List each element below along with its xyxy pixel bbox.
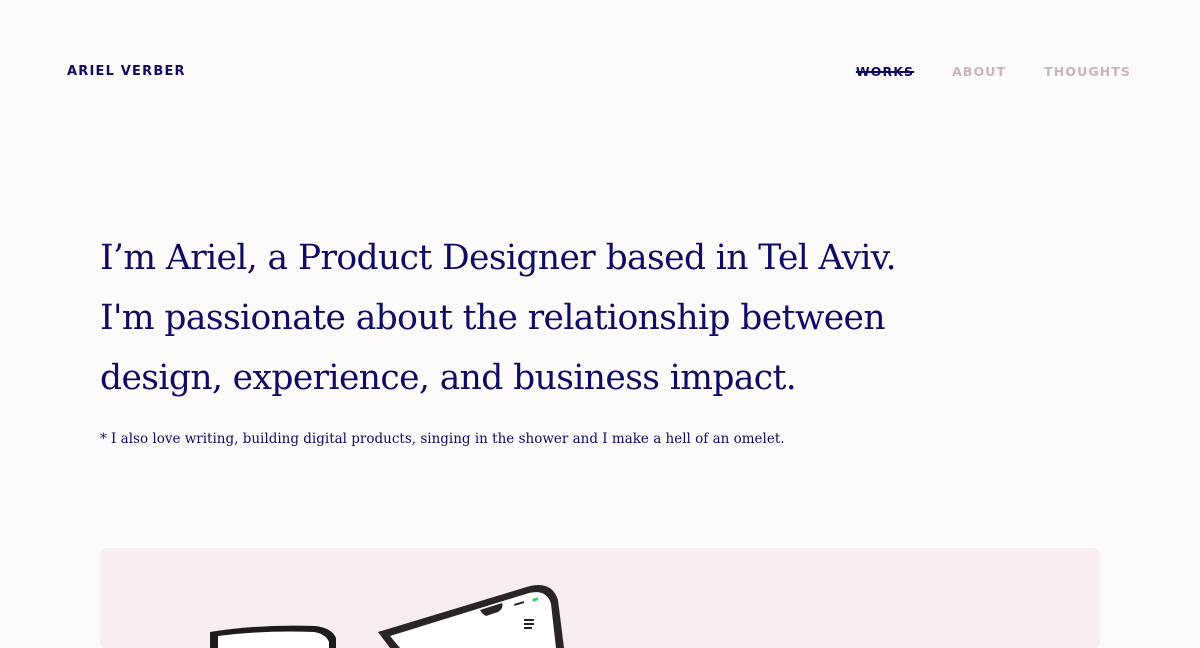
nav-item-about[interactable]: ABOUT <box>952 64 1006 80</box>
phone-mockup-left <box>210 625 336 648</box>
main-nav: WORKS ABOUT THOUGHTS <box>856 64 1131 80</box>
phone-mockup-right <box>378 584 564 648</box>
site-logo[interactable]: ARIEL VERBER <box>67 64 186 80</box>
featured-project-card[interactable] <box>100 548 1100 648</box>
nav-item-works[interactable]: WORKS <box>856 64 914 80</box>
hero-line-3: design, experience, and business impact. <box>100 358 797 398</box>
phone-mockups-image <box>210 584 564 648</box>
hero-intro: I’m Ariel, a Product Designer based in T… <box>100 228 980 408</box>
site-header: ARIEL VERBER WORKS ABOUT THOUGHTS <box>0 0 1200 145</box>
nav-item-thoughts[interactable]: THOUGHTS <box>1044 64 1131 80</box>
hero-footnote: * I also love writing, building digital … <box>100 431 785 447</box>
hero-line-1: I’m Ariel, a Product Designer based in T… <box>100 238 897 278</box>
hero-line-2: I'm passionate about the relationship be… <box>100 298 886 338</box>
